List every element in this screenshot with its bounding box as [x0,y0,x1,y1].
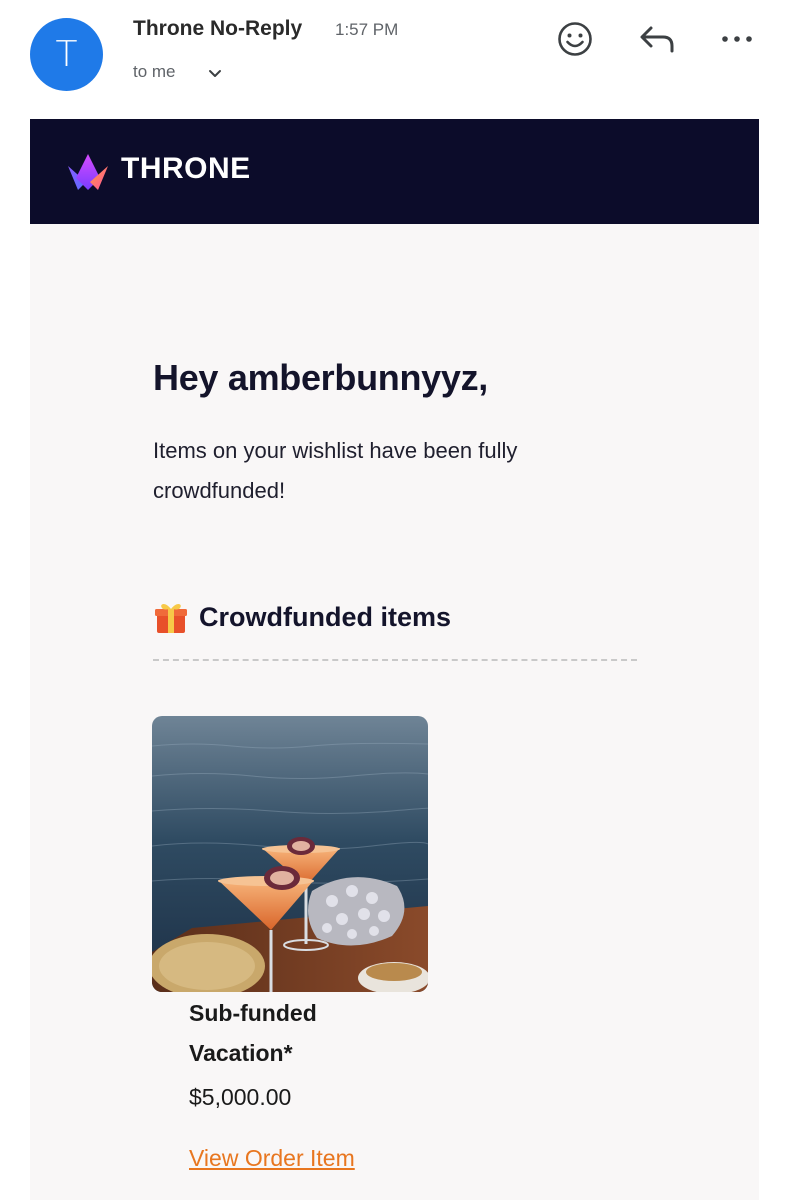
greeting-heading: Hey amberbunnyyz, [153,357,489,398]
item-title: Sub-funded Vacation* [189,1000,317,1066]
section-divider [153,659,637,661]
gift-icon [155,603,187,633]
section-title: Crowdfunded items [199,601,452,632]
brand-banner: THRONE [30,119,759,224]
vacation-cocktails-photo [152,716,428,992]
sent-time: 1:57 PM [335,20,399,39]
chevron-down-icon[interactable] [207,66,223,82]
sender-name[interactable]: Throne No-Reply [133,17,302,41]
view-order-item-link[interactable]: View Order Item [189,1145,355,1172]
email-body: Hey amberbunnyyz, Items on your wishlist… [30,224,759,1200]
intro-text: Items on your wishlist have been fully c… [153,438,518,503]
recipient-label[interactable]: to me [133,62,176,82]
item-price: $5,000.00 [189,1084,292,1110]
avatar-initial: T [55,34,78,75]
throne-crown-logo [68,154,108,190]
email-header: T Throne No-Reply 1:57 PM to me [0,0,788,119]
more-icon[interactable] [718,20,756,58]
section-heading: Crowdfunded items [153,599,451,635]
emoji-icon[interactable] [556,20,594,58]
reply-icon[interactable] [637,20,677,58]
brand-name: THRONE [121,152,251,185]
item-image[interactable] [152,716,428,992]
sender-avatar[interactable]: T [30,18,103,91]
